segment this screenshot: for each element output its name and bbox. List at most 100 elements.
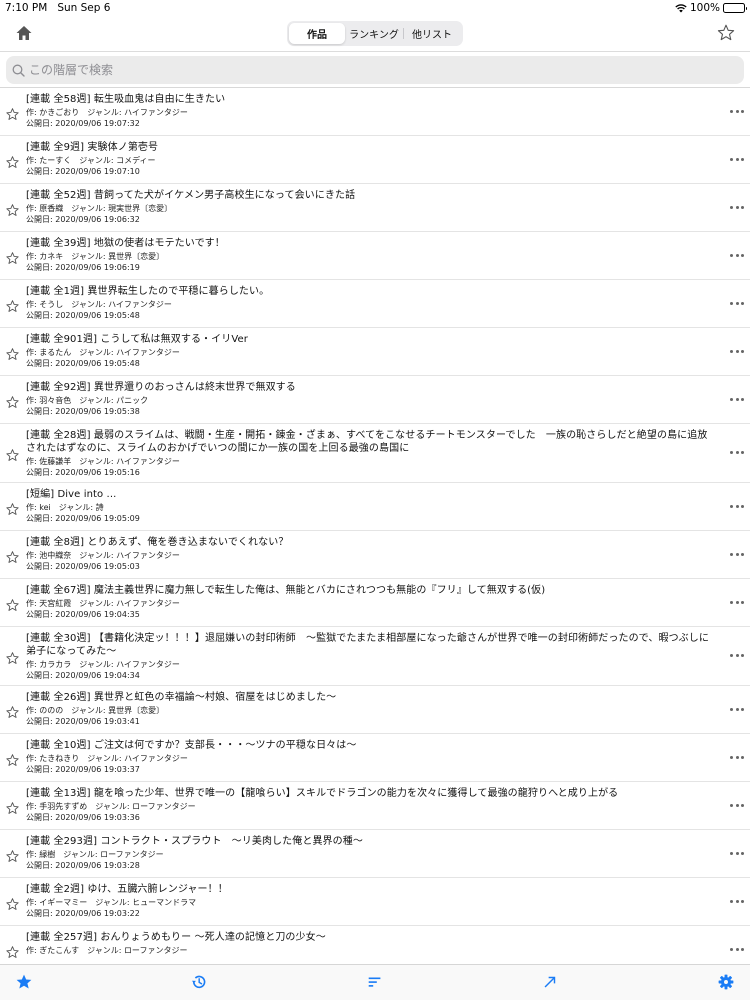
more-options-icon[interactable] <box>730 253 744 258</box>
work-row[interactable]: [連載 全257週] おんりょうめもりー ～死人達の記憶と刀の少女～ 作: ぎた… <box>0 926 750 964</box>
work-date-line: 公開日: 2020/09/06 19:05:03 <box>26 562 710 573</box>
sort-icon[interactable] <box>366 973 384 991</box>
favorite-star-icon[interactable] <box>5 945 20 960</box>
favorite-star-icon[interactable] <box>5 897 20 912</box>
more-options-icon[interactable] <box>730 157 744 162</box>
work-row[interactable]: [短編] Dive into ... 作: kei ジャンル: 詩 公開日: 20… <box>0 483 750 531</box>
favorite-star-icon[interactable] <box>5 299 20 314</box>
favorite-star-icon[interactable] <box>5 448 20 463</box>
works-list[interactable]: [連載 全58週] 転生吸血鬼は自由に生きたい 作: かきごおり ジャンル: ハイ… <box>0 88 750 964</box>
genre-label: ジャンル: <box>87 108 125 117</box>
work-row[interactable]: [連載 全92週] 異世界還りのおっさんは終末世界で無双する 作: 羽々音色 ジャ… <box>0 376 750 424</box>
work-date-line: 公開日: 2020/09/06 19:07:10 <box>26 167 710 178</box>
battery-percent: 100% <box>689 2 720 14</box>
search-field[interactable] <box>6 56 744 84</box>
external-link-arrow-icon[interactable] <box>541 973 559 991</box>
more-options-icon[interactable] <box>730 504 744 509</box>
work-date: 2020/09/06 19:05:38 <box>55 406 140 416</box>
favorite-star-icon[interactable] <box>5 251 20 266</box>
favorite-star-icon[interactable] <box>5 203 20 218</box>
favorite-star-icon[interactable] <box>5 651 20 666</box>
work-meta: 作: 緑樹 ジャンル: ローファンタジー <box>26 850 710 861</box>
work-date-line: 公開日: 2020/09/06 19:06:19 <box>26 263 710 274</box>
work-meta: 作: そうし ジャンル: ハイファンタジー <box>26 300 710 311</box>
work-meta: 作: イギーマミー ジャンル: ヒューマンドラマ <box>26 898 710 909</box>
work-author: たーすく <box>39 156 72 165</box>
work-row[interactable]: [連載 全9週] 実験体ノ第壱号 作: たーすく ジャンル: コメディー 公開日:… <box>0 136 750 184</box>
date-label: 公開日: <box>26 716 56 726</box>
work-author: イギーマミー <box>39 898 88 907</box>
work-genre: ヒューマンドラマ <box>132 898 197 907</box>
work-row[interactable]: [連載 全13週] 龍を喰った少年、世界で唯一の【龍喰らい】スキルでドラゴンの能… <box>0 782 750 830</box>
segment-ranking[interactable]: ランキング <box>345 23 403 44</box>
favorite-star-icon[interactable] <box>5 155 20 170</box>
work-row[interactable]: [連載 全39週] 地獄の使者はモテたいです！ 作: カネキ ジャンル: 異世界〔… <box>0 232 750 280</box>
work-genre: 現実世界〔恋愛〕 <box>108 204 173 213</box>
work-meta: 作: ののの ジャンル: 異世界〔恋愛〕 <box>26 706 710 717</box>
work-author: 緑樹 <box>39 850 56 859</box>
more-options-icon[interactable] <box>730 755 744 760</box>
work-row[interactable]: [連載 全10週] ご注文は何ですか？支部長・・・～ツナの平穏な日々は～ 作: … <box>0 734 750 782</box>
more-options-icon[interactable] <box>730 109 744 114</box>
segment-works[interactable]: 作品 <box>289 23 345 44</box>
star-outline-icon[interactable] <box>716 23 736 43</box>
more-options-icon[interactable] <box>730 397 744 402</box>
work-genre: ハイファンタジー <box>116 348 180 357</box>
more-options-icon[interactable] <box>730 552 744 557</box>
favorite-star-icon[interactable] <box>5 502 20 517</box>
status-time-date: 7:10 PM Sun Sep 6 <box>5 2 110 14</box>
search-input[interactable] <box>29 63 709 77</box>
more-options-icon[interactable] <box>730 301 744 306</box>
work-row[interactable]: [連載 全58週] 転生吸血鬼は自由に生きたい 作: かきごおり ジャンル: ハイ… <box>0 88 750 136</box>
favorite-star-icon[interactable] <box>5 849 20 864</box>
more-options-icon[interactable] <box>730 600 744 605</box>
gear-icon[interactable] <box>717 973 735 991</box>
work-author: カネキ <box>39 252 64 261</box>
more-options-icon[interactable] <box>730 851 744 856</box>
work-date: 2020/09/06 19:03:28 <box>55 860 140 870</box>
favorite-star-icon[interactable] <box>5 395 20 410</box>
more-options-icon[interactable] <box>730 654 744 658</box>
favorite-star-icon[interactable] <box>5 550 20 565</box>
work-date-line: 公開日: 2020/09/06 19:03:22 <box>26 909 710 920</box>
work-date-line: 公開日: 2020/09/06 19:03:37 <box>26 765 710 776</box>
work-row[interactable]: [連載 全67週] 魔法主義世界に魔力無しで転生した俺は、無能とバカにされつつも… <box>0 579 750 627</box>
status-bar: 7:10 PM Sun Sep 6 100% <box>0 0 750 16</box>
favorite-star-icon[interactable] <box>5 801 20 816</box>
more-options-icon[interactable] <box>730 899 744 904</box>
work-row[interactable]: [連載 全28週] 最弱のスライムは、戦闘・生産・開拓・錬金・ざまぁ、すべてをこ… <box>0 424 750 483</box>
history-icon[interactable] <box>190 973 208 991</box>
more-options-icon[interactable] <box>730 707 744 712</box>
work-row[interactable]: [連載 全26週] 異世界と虹色の幸福論～村娘、宿屋をはじめました～ 作: のの… <box>0 686 750 734</box>
home-icon[interactable] <box>14 23 34 43</box>
date-label: 公開日: <box>26 118 56 128</box>
work-title: [短編] Dive into ... <box>26 489 117 500</box>
more-options-icon[interactable] <box>730 205 744 210</box>
work-date: 2020/09/06 19:04:34 <box>55 670 140 680</box>
star-filled-icon[interactable] <box>15 973 33 991</box>
more-options-icon[interactable] <box>730 349 744 354</box>
favorite-star-icon[interactable] <box>5 598 20 613</box>
status-indicators: 100% <box>675 2 747 14</box>
date-label: 公開日: <box>26 262 56 272</box>
work-row[interactable]: [連載 全2週] ゆけ、五臓六腑レンジャー！！ 作: イギーマミー ジャンル: ヒ… <box>0 878 750 926</box>
work-row[interactable]: [連載 全30週] 【書籍化決定ッ！！！】退屈嫌いの封印術師 ～監獄でたまたま相… <box>0 627 750 686</box>
author-label: 作: <box>26 252 40 261</box>
work-genre: コメディー <box>116 156 156 165</box>
favorite-star-icon[interactable] <box>5 753 20 768</box>
work-row[interactable]: [連載 全293週] コントラクト・スプラウト ～リ美肉した俺と異界の種～ 作:… <box>0 830 750 878</box>
date-label: 公開日: <box>26 166 56 176</box>
more-options-icon[interactable] <box>730 803 744 808</box>
favorite-star-icon[interactable] <box>5 107 20 122</box>
more-options-icon[interactable] <box>730 451 744 455</box>
favorite-star-icon[interactable] <box>5 347 20 362</box>
more-options-icon[interactable] <box>730 947 744 952</box>
work-row[interactable]: [連載 全52週] 昔飼ってた犬がイケメン男子高校生になって会いにきた話 作: … <box>0 184 750 232</box>
work-title: [連載 全92週] 異世界還りのおっさんは終末世界で無双する <box>26 382 296 393</box>
segment-other-lists[interactable]: 他リスト <box>403 23 461 44</box>
favorite-star-icon[interactable] <box>5 705 20 720</box>
work-row[interactable]: [連載 全1週] 異世界転生したので平穏に暮らしたい。 作: そうし ジャンル: … <box>0 280 750 328</box>
work-row[interactable]: [連載 全901週] こうして私は無双する・イリVer 作: まるたん ジャンル:… <box>0 328 750 376</box>
search-area <box>0 52 750 88</box>
work-row[interactable]: [連載 全8週] とりあえず、俺を巻き込まないでくれない？ 作: 池中織奈 ジャン… <box>0 531 750 579</box>
